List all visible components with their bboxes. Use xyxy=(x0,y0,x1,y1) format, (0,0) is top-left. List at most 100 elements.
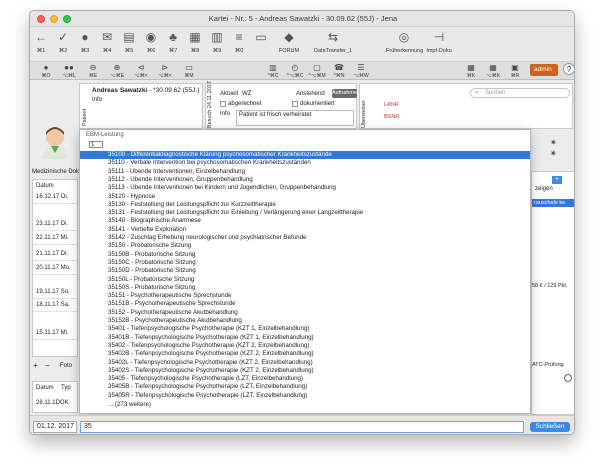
ebm-list-item[interactable]: 35405R - Tiefenpsychologische Psychother… xyxy=(80,392,530,400)
table-row[interactable]: 21.11.17 Di. xyxy=(36,251,68,257)
toolbar2-right-button-4[interactable]: ☰ ⌥⌘W xyxy=(350,63,372,79)
toolbar2-left-button-5[interactable]: ⊳ ⌥⌘< xyxy=(154,63,176,79)
ebm-list-item[interactable]: 35405B - Tiefenpsychologische Psychother… xyxy=(80,383,530,391)
ebm-list-item[interactable]: 35150C - Probatorische Sitzung xyxy=(80,259,530,267)
toolbar2-left-button-3[interactable]: ⊕ ⌥⌘E xyxy=(106,63,128,79)
ebm-list-item[interactable]: 35150 - Probatorische Sitzung xyxy=(80,242,530,250)
toolbar2-right-button-3[interactable]: ☎ ^⌘N xyxy=(328,63,350,79)
ebm-list-item[interactable]: 35151 - Psychotherapeutische Sprechstund… xyxy=(80,292,530,300)
toolbar2-left-button-4[interactable]: ⊲ ⌥⌘< xyxy=(130,63,152,79)
ebm-list-item[interactable]: 35402 - Tiefenpsychologische Psychothera… xyxy=(80,342,530,350)
toolbar-button-4[interactable]: ▤ ⌘5 xyxy=(118,29,140,54)
toolbar-button-8[interactable]: ▥ ⌘9 xyxy=(206,29,228,54)
table-row[interactable]: 20.11.17 Mo. xyxy=(36,265,71,271)
ebm-list-item[interactable]: 35112 - Übende Interventionen, Gruppenbe… xyxy=(80,176,530,184)
ebm-list-item[interactable]: 35141 - Vertiefte Exploration xyxy=(80,226,530,234)
toolbar-button-12[interactable]: ⇆ DataTransfer_1 xyxy=(313,29,353,54)
ebm-list-item[interactable]: 35131 - Feststellung der Leistungspflich… xyxy=(80,209,530,217)
toolbar-button-5[interactable]: ◉ ⌘6 xyxy=(140,29,162,54)
date-field[interactable]: 01.12. 2017 xyxy=(33,421,77,433)
visit-info-text[interactable]: Patient ist frisch verheiratet xyxy=(236,110,354,126)
status-anstehend[interactable]: Anstehend xyxy=(296,91,325,97)
ebm-list-item[interactable]: 35150B - Probatorische Sitzung xyxy=(80,251,530,259)
toolbar-button-0[interactable]: ← ⌘1 xyxy=(30,29,52,54)
table-row[interactable]: 15.11.17 Mi. xyxy=(36,330,69,336)
toolbar2-left-button-2[interactable]: ⊖ ⌘E xyxy=(82,63,104,79)
toolbar2-right-button-1[interactable]: ◴ ^⌥⌘C xyxy=(284,63,306,79)
table-row[interactable]: 16.12.17 Di. xyxy=(36,194,68,200)
add-icon[interactable]: + xyxy=(33,361,38,370)
ebm-list-item[interactable]: 35150L - Probatorische Sitzung xyxy=(80,276,530,284)
table-row[interactable]: 22.11.17 Mi. xyxy=(36,235,69,241)
table-row[interactable]: 19.11.17 So. xyxy=(36,289,70,295)
ebm-list-item[interactable]: 35111 - Übende Interventionen, Einzelbeh… xyxy=(80,168,530,176)
toolbar2-left-button-6[interactable]: ▭ ⌘M xyxy=(178,63,200,79)
status-aktuell[interactable]: Aktuell xyxy=(220,91,238,97)
toolbar2-left-button-0[interactable]: ● ⌘O xyxy=(35,63,57,79)
foto-label[interactable]: Foto xyxy=(60,363,72,369)
ebm-list-item[interactable]: 35401 - Tiefenpsychologische Psychothera… xyxy=(80,325,530,333)
toolbar2-right-button-6[interactable]: ▦ ⌥⌘K xyxy=(482,63,504,79)
table-row[interactable]: 23.11.17 Di. xyxy=(36,221,68,227)
add-button[interactable]: + xyxy=(552,176,562,184)
ebm-list-item[interactable]: 35405 - Tiefenpsychologische Psychothera… xyxy=(80,375,530,383)
toolbar-button-7[interactable]: ▦ ⌘8 xyxy=(184,29,206,54)
toolbar2-label: ^⌘C xyxy=(267,73,279,79)
aufnahme-button[interactable]: Aufnahme xyxy=(332,89,357,98)
toolbar-button-1[interactable]: ✓ ⌘2 xyxy=(52,29,74,54)
gear-icon-2[interactable]: ✷ xyxy=(550,149,557,158)
dokumentiert-checkbox[interactable] xyxy=(292,101,298,107)
toolbar2-label: ⌘E xyxy=(88,73,98,79)
toolbar-button-10[interactable]: ▭ xyxy=(250,29,272,48)
ebm-list-item[interactable]: 35120 - Hypnose xyxy=(80,193,530,201)
toolbar2-right-button-2[interactable]: ▢ ^⌥⌘M xyxy=(306,63,328,79)
gear-icon[interactable]: ✷ xyxy=(550,138,557,147)
table-row[interactable]: 18.11.17 Sa. xyxy=(36,302,70,308)
ebm-list-item[interactable]: 35130 - Feststellung der Leistungspflich… xyxy=(80,201,530,209)
plus-circle-icon: ⊕ xyxy=(113,63,121,72)
toolbar-button-2[interactable]: ● ⌘3 xyxy=(74,29,96,54)
ebm-list-item[interactable]: 35402L - Tiefenpsychologische Psychother… xyxy=(80,359,530,367)
status-wz[interactable]: WZ xyxy=(242,91,251,97)
toolbar-button-13[interactable]: ◎ Früherkennung xyxy=(386,29,423,54)
ebm-list-item[interactable]: 35110 - Verbale Intervention bei psychos… xyxy=(80,159,530,167)
ebm-list-item[interactable]: 35150S - Probatorische Sitzung xyxy=(80,284,530,292)
ebm-list-item[interactable]: 35402S - Tiefenpsychologische Psychother… xyxy=(80,367,530,375)
ebm-list-item[interactable]: 35140 - Biographische Anamnese xyxy=(80,217,530,225)
selected-row[interactable]: rauschale ke xyxy=(532,199,574,207)
toolbar-button-3[interactable]: ✉ ⌘4 xyxy=(96,29,118,54)
toolbar2-left-button-1[interactable]: ●● ⌥⌘L xyxy=(58,63,80,79)
toolbar-button-11[interactable]: ◆ FORUM xyxy=(278,29,300,54)
toolbar2-right-button-0[interactable]: ▥ ^⌘C xyxy=(262,63,284,79)
ebm-list-item[interactable]: 35401B - Tiefenpsychologische Psychother… xyxy=(80,334,530,342)
main-toolbar: ← ⌘1 ✓ ⌘2 ● ⌘3 ✉ ⌘4 ▤ ⌘5 ◉ ⌘6 ♣ ⌘7 ▦ ⌘8 ▥ ⌘9 ≡ ⌘0 ▭ ◆ FORUM ⇆ Da… xyxy=(30,27,574,61)
toolbar2-right-button-7[interactable]: ▣ ⌘R xyxy=(504,63,526,79)
toolbar2-right-button-5[interactable]: ▦ ⌘K xyxy=(460,63,482,79)
referrer-search[interactable]: ⌕ Suchen xyxy=(470,88,570,98)
remove-icon[interactable]: − xyxy=(45,361,50,370)
atc-radio[interactable] xyxy=(564,374,572,382)
toolbar2-label: ⌥⌘K xyxy=(485,73,501,79)
abgerechnet-checkbox[interactable] xyxy=(220,101,226,107)
ebm-list-item[interactable]: 35402B - Tiefenpsychologische Psychother… xyxy=(80,350,530,358)
toolbar-button-14[interactable]: ⊣ Impf-Doku xyxy=(424,29,454,54)
zeigen-label[interactable]: zeigen xyxy=(535,186,553,192)
toolbar-button-9[interactable]: ≡ ⌘0 xyxy=(228,29,250,54)
doc-row[interactable]: 28.11.1DOK xyxy=(36,400,69,406)
ebm-list-item[interactable]: 35100 - Differentialdiagnostische Klärun… xyxy=(80,151,530,160)
help-icon[interactable]: ? xyxy=(563,63,574,75)
count-box[interactable]: 1. xyxy=(89,141,103,148)
toolbar-button-6[interactable]: ♣ ⌘7 xyxy=(162,29,184,54)
ebm-list-item[interactable]: 35142 - Zuschlag Erhebung neurologischer… xyxy=(80,234,530,242)
row-divider xyxy=(33,230,77,231)
ebm-list-item[interactable]: 35152B - Psychotherapeutische Akutbehand… xyxy=(80,317,530,325)
search-input[interactable]: Suchen xyxy=(485,90,505,96)
ebm-list-item[interactable]: 35150D - Probatorische Sitzung xyxy=(80,267,530,275)
patient-name: Andreas Sawatzki xyxy=(92,87,148,94)
user-badge[interactable]: admin xyxy=(530,64,558,76)
entry-input[interactable]: 35 xyxy=(80,421,524,433)
ebm-list-item[interactable]: 35151B - Psychotherapeutische Sprechstun… xyxy=(80,300,530,308)
ebm-list-item[interactable]: 35152 - Psychotherapeutische Akutbehandl… xyxy=(80,309,530,317)
ebm-list-item[interactable]: 35113 - Übende Interventionen bei Kinder… xyxy=(80,184,530,192)
close-button[interactable]: Schließen xyxy=(530,422,570,432)
